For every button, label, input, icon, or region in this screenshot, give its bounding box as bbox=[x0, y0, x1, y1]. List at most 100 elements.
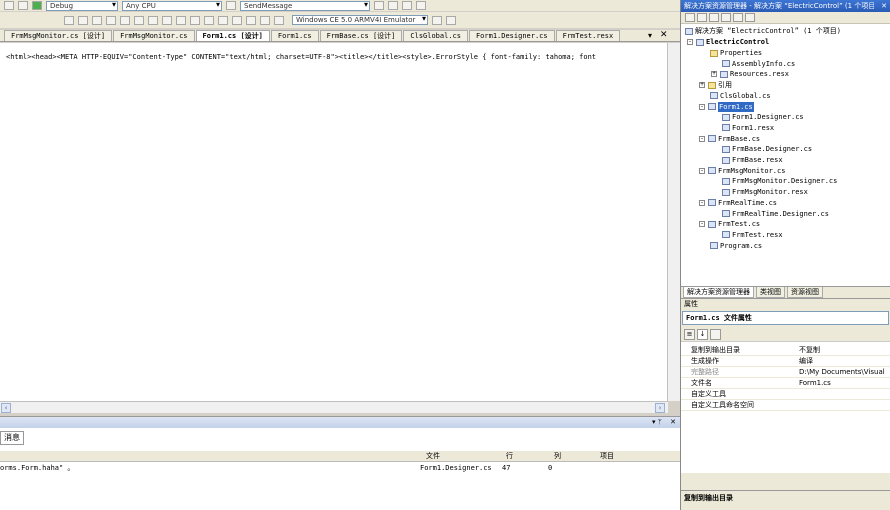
se-tab-1[interactable]: 类视图 bbox=[756, 287, 785, 298]
error-row[interactable]: orms.Form.haha" 。 Form1.Designer.cs 47 0 bbox=[0, 463, 680, 474]
platform-combo[interactable]: Any CPU bbox=[122, 0, 222, 11]
se-view-designer-icon[interactable] bbox=[733, 13, 743, 22]
property-value[interactable]: D:\My Documents\Visual bbox=[799, 367, 889, 378]
tree-item[interactable]: FrmMsgMonitor.Designer.cs bbox=[711, 176, 837, 186]
property-row[interactable]: 生成操作 编译 bbox=[681, 356, 890, 367]
tree-item[interactable]: - FrmTest.cs bbox=[699, 219, 760, 229]
tree-item[interactable]: Program.cs bbox=[699, 241, 762, 251]
col-col[interactable]: 列 bbox=[554, 451, 561, 462]
same-width-icon[interactable] bbox=[148, 15, 158, 25]
center-v-icon[interactable] bbox=[246, 15, 256, 25]
tree-item[interactable]: FrmBase.resx bbox=[711, 155, 783, 165]
tree-item[interactable]: AssemblyInfo.cs bbox=[711, 59, 795, 69]
connect-device-icon[interactable] bbox=[432, 15, 442, 25]
property-value[interactable]: 不复制 bbox=[799, 345, 889, 356]
expand-icon[interactable]: + bbox=[711, 71, 717, 78]
hspace-icon[interactable] bbox=[204, 15, 214, 25]
toolbox-icon[interactable] bbox=[416, 1, 426, 10]
vspace-icon[interactable] bbox=[218, 15, 228, 25]
se-show-all-icon[interactable] bbox=[697, 13, 707, 22]
tab-7[interactable]: FrmTest.resx bbox=[555, 30, 621, 41]
property-row[interactable]: 复制到输出目录 不复制 bbox=[681, 345, 890, 356]
messages-tab[interactable]: 消息 bbox=[0, 431, 24, 445]
align-top-icon[interactable] bbox=[106, 15, 116, 25]
tree-item[interactable]: Properties bbox=[699, 48, 762, 58]
tree-item[interactable]: FrmMsgMonitor.resx bbox=[711, 187, 808, 197]
categorized-icon[interactable]: ≡ bbox=[684, 328, 695, 340]
tab-3[interactable]: Form1.cs bbox=[270, 30, 319, 41]
tree-item[interactable]: + Resources.resx bbox=[711, 69, 789, 79]
project-node[interactable]: - ElectricControl bbox=[687, 37, 769, 47]
tree-item[interactable]: FrmTest.resx bbox=[711, 230, 783, 240]
tab-6[interactable]: Form1.Designer.cs bbox=[468, 30, 555, 41]
tree-item[interactable]: - FrmRealTime.cs bbox=[699, 198, 777, 208]
property-row[interactable]: 文件名 Form1.cs bbox=[681, 378, 890, 389]
property-row[interactable]: 自定义工具 bbox=[681, 389, 890, 400]
property-row[interactable]: 完整路径 D:\My Documents\Visual bbox=[681, 367, 890, 378]
code-editor[interactable]: <html><head><META HTTP-EQUIV="Content-Ty… bbox=[0, 43, 668, 401]
center-h-icon[interactable] bbox=[232, 15, 242, 25]
tab-5[interactable]: ClsGlobal.cs bbox=[403, 30, 468, 41]
same-height-icon[interactable] bbox=[162, 15, 172, 25]
bring-front-icon[interactable] bbox=[260, 15, 270, 25]
device-options-icon[interactable] bbox=[446, 15, 456, 25]
collapse-icon[interactable]: - bbox=[699, 199, 705, 206]
tab-dropdown-icon[interactable]: ▾ bbox=[648, 31, 652, 40]
find-combo[interactable]: SendMessage bbox=[240, 0, 370, 11]
find-icon[interactable] bbox=[226, 1, 236, 10]
collapse-icon[interactable]: - bbox=[687, 39, 693, 45]
tree-item[interactable]: - Form1.cs bbox=[699, 101, 754, 112]
alphabetical-icon[interactable]: ↓ bbox=[697, 328, 708, 340]
property-pages-icon[interactable] bbox=[710, 328, 721, 340]
tab-1[interactable]: FrmMsgMonitor.cs bbox=[113, 30, 195, 41]
tab-4[interactable]: FrmBase.cs [设计] bbox=[319, 30, 403, 41]
start-debug-icon[interactable] bbox=[32, 1, 42, 10]
align-left-icon[interactable] bbox=[64, 15, 74, 25]
close-document-icon[interactable]: ✕ bbox=[660, 30, 668, 40]
se-tab-2[interactable]: 资源视图 bbox=[787, 287, 823, 298]
editor-vscroll[interactable] bbox=[668, 43, 680, 401]
tab-0[interactable]: FrmMsgMonitor.cs [设计] bbox=[4, 30, 113, 41]
undo-icon[interactable] bbox=[4, 1, 14, 10]
collapse-icon[interactable]: - bbox=[699, 103, 705, 110]
close-panel-icon[interactable]: ✕ bbox=[670, 417, 676, 428]
align-center-icon[interactable] bbox=[78, 15, 88, 25]
se-refresh-icon[interactable] bbox=[709, 13, 719, 22]
tree-item[interactable]: FrmBase.Designer.cs bbox=[711, 144, 812, 154]
property-row[interactable]: 自定义工具命名空间 bbox=[681, 400, 890, 411]
align-bottom-icon[interactable] bbox=[134, 15, 144, 25]
same-size-icon[interactable] bbox=[176, 15, 186, 25]
properties-icon[interactable] bbox=[402, 1, 412, 10]
align-right-icon[interactable] bbox=[92, 15, 102, 25]
se-class-diagram-icon[interactable] bbox=[745, 13, 755, 22]
solution-explorer-icon[interactable] bbox=[388, 1, 398, 10]
align-middle-icon[interactable] bbox=[120, 15, 130, 25]
tree-item[interactable]: - FrmMsgMonitor.cs bbox=[699, 166, 785, 176]
tree-item[interactable]: + 引用 bbox=[699, 80, 732, 90]
collapse-icon[interactable]: - bbox=[699, 167, 705, 174]
se-view-code-icon[interactable] bbox=[721, 13, 731, 22]
close-se-icon[interactable]: ✕ bbox=[881, 0, 887, 12]
scroll-right-icon[interactable]: › bbox=[655, 403, 665, 413]
se-tab-0[interactable]: 解决方案资源管理器 bbox=[683, 287, 754, 298]
tree-item[interactable]: - FrmBase.cs bbox=[699, 134, 760, 144]
solution-node[interactable]: 解决方案 “ElectricControl” (1 个项目) bbox=[685, 26, 841, 36]
tree-item[interactable]: ClsGlobal.cs bbox=[699, 91, 771, 101]
se-properties-icon[interactable] bbox=[685, 13, 695, 22]
send-back-icon[interactable] bbox=[274, 15, 284, 25]
tree-item[interactable]: Form1.resx bbox=[711, 123, 774, 133]
property-value[interactable]: 编译 bbox=[799, 356, 889, 367]
device-combo[interactable]: Windows CE 5.0 ARMV4I Emulator bbox=[292, 15, 428, 25]
tree-item[interactable]: FrmRealTime.Designer.cs bbox=[711, 209, 829, 219]
properties-object[interactable]: Form1.cs 文件属性 bbox=[682, 311, 889, 325]
editor-hscroll[interactable]: ‹ › bbox=[0, 401, 668, 413]
collapse-icon[interactable]: - bbox=[699, 221, 705, 228]
collapse-icon[interactable]: - bbox=[699, 135, 705, 142]
tree-item[interactable]: Form1.Designer.cs bbox=[711, 112, 804, 122]
grid-icon[interactable] bbox=[190, 15, 200, 25]
expand-icon[interactable]: + bbox=[699, 82, 705, 89]
col-project[interactable]: 项目 bbox=[600, 451, 614, 462]
col-file[interactable]: 文件 bbox=[426, 451, 440, 462]
config-combo[interactable]: Debug bbox=[46, 0, 118, 11]
redo-icon[interactable] bbox=[18, 1, 28, 10]
